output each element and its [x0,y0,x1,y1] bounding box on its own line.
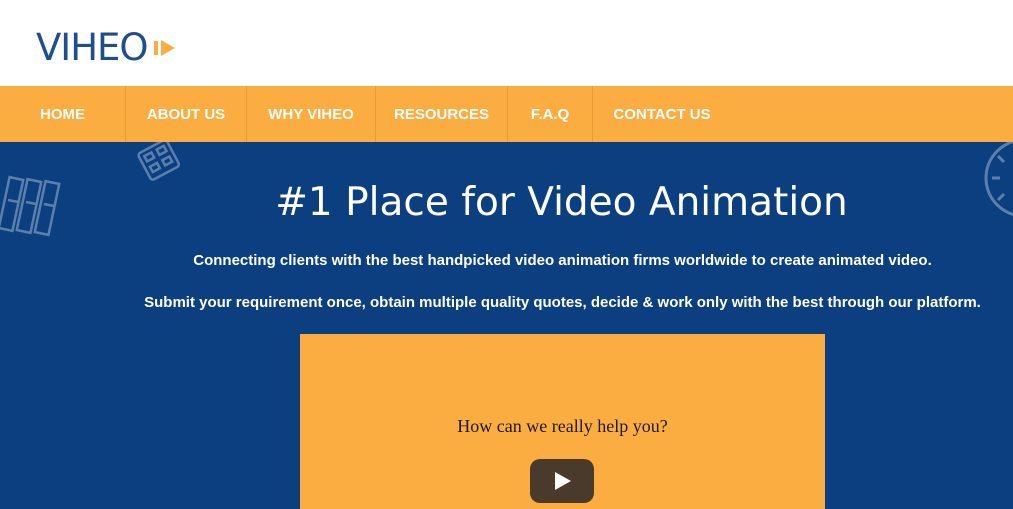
nav-item-contact-us[interactable]: CONTACT US [593,86,731,142]
nav-item-why-viheo[interactable]: WHY VIHEO [247,86,376,142]
site-header: VIHEO [0,0,1013,86]
nav-item-about-us[interactable]: ABOUT US [126,86,247,142]
nav-item-resources[interactable]: RESOURCES [376,86,508,142]
hero-description: Submit your requirement once, obtain mul… [144,294,981,311]
calculator-icon [137,142,181,181]
hero-tagline: Connecting clients with the best handpic… [193,252,932,269]
hero-title: #1 Place for Video Animation [275,180,848,225]
nav-item-home[interactable]: HOME [0,86,126,142]
logo-text: VIHEO [36,26,149,69]
viheo-logo[interactable]: VIHEO [36,26,176,70]
video-caption: How can we really help you? [457,416,668,436]
nav-item-faq[interactable]: F.A.Q [508,86,593,142]
play-icon [555,472,571,490]
video-player[interactable]: How can we really help you? [300,334,825,509]
play-arrow-icon [153,38,176,58]
play-button[interactable] [530,459,594,503]
main-nav: HOME ABOUT US WHY VIHEO RESOURCES F.A.Q … [0,86,1013,142]
hero-section: #1 Place for Video Animation Connecting … [0,142,1013,509]
